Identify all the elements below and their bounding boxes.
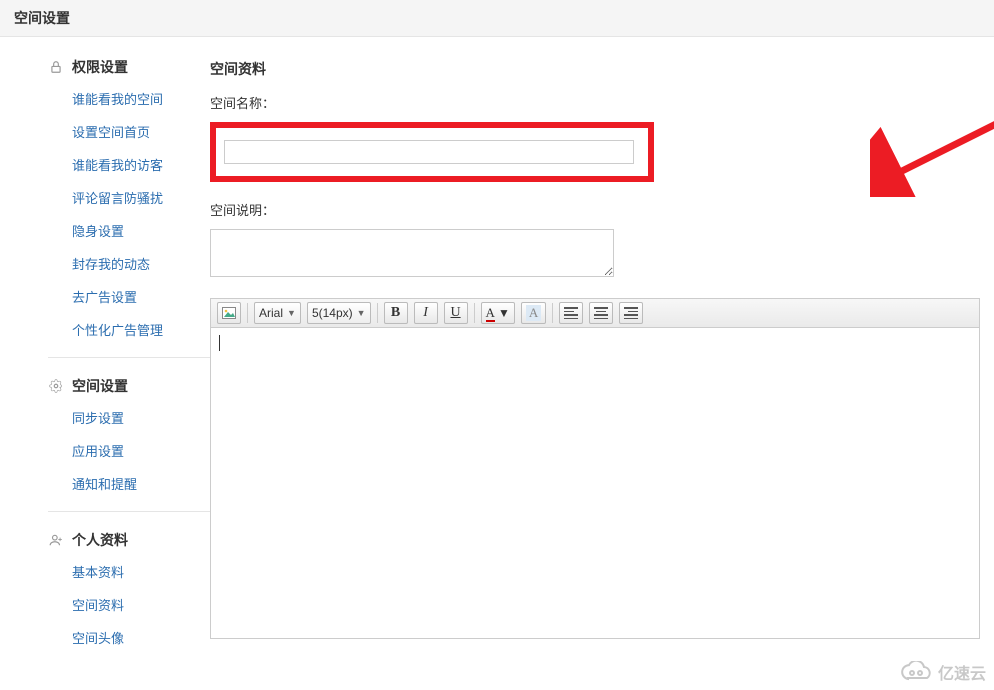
sidebar-link-remove-ads[interactable]: 去广告设置 (72, 290, 137, 305)
lock-icon (48, 59, 64, 75)
toolbar-bold-button[interactable]: B (384, 302, 408, 324)
sidebar-link-avatar[interactable]: 空间头像 (72, 631, 124, 646)
sidebar-link-set-homepage[interactable]: 设置空间首页 (72, 125, 150, 140)
toolbar-size-select[interactable]: 5(14px) ▼ (307, 302, 371, 324)
chevron-down-icon: ▼ (498, 306, 510, 320)
space-desc-field-wrap (210, 229, 994, 280)
space-desc-label: 空间说明： (210, 200, 994, 219)
sidebar-item: 评论留言防骚扰 (72, 188, 210, 207)
sidebar-link-basic-info[interactable]: 基本资料 (72, 565, 124, 580)
sidebar-item: 通知和提醒 (72, 474, 210, 493)
sidebar-link-ad-personalization[interactable]: 个性化广告管理 (72, 323, 163, 338)
align-center-icon (594, 307, 608, 319)
sidebar-separator (48, 511, 210, 512)
sidebar-title-label: 空间设置 (72, 376, 128, 396)
sidebar-item: 个性化广告管理 (72, 320, 210, 339)
sidebar-item: 隐身设置 (72, 221, 210, 240)
editor-body[interactable] (211, 328, 979, 638)
highlight-box (210, 122, 654, 182)
sidebar-link-notify[interactable]: 通知和提醒 (72, 477, 137, 492)
section-title: 空间资料 (210, 59, 994, 79)
sidebar-item: 应用设置 (72, 441, 210, 460)
text-cursor-icon (219, 335, 220, 351)
sidebar-item: 基本资料 (72, 562, 210, 581)
sidebar-link-who-see-visitors[interactable]: 谁能看我的访客 (72, 158, 163, 173)
sidebar-title-label: 权限设置 (72, 57, 128, 77)
toolbar-bg-color-button[interactable]: A (521, 302, 546, 324)
toolbar-font-value: Arial (259, 306, 283, 320)
rich-text-editor: Arial ▼ 5(14px) ▼ B I U A ▼ A (210, 298, 980, 639)
sidebar: 权限设置 谁能看我的空间 设置空间首页 谁能看我的访客 评论留言防骚扰 隐身设置… (0, 37, 210, 689)
space-name-input[interactable] (224, 140, 634, 164)
toolbar-italic-button[interactable]: I (414, 302, 438, 324)
toolbar-text-color-button[interactable]: A ▼ (481, 302, 515, 324)
sidebar-link-who-can-see[interactable]: 谁能看我的空间 (72, 92, 163, 107)
sidebar-section-permissions: 权限设置 谁能看我的空间 设置空间首页 谁能看我的访客 评论留言防骚扰 隐身设置… (48, 57, 210, 339)
person-icon (48, 532, 64, 548)
sidebar-items-permissions: 谁能看我的空间 设置空间首页 谁能看我的访客 评论留言防骚扰 隐身设置 封存我的… (48, 89, 210, 339)
sidebar-item: 去广告设置 (72, 287, 210, 306)
bg-color-icon: A (526, 305, 541, 321)
toolbar-separator (552, 303, 553, 323)
align-right-icon (624, 307, 638, 319)
sidebar-item: 谁能看我的访客 (72, 155, 210, 174)
sidebar-items-profile: 基本资料 空间资料 空间头像 (48, 562, 210, 647)
watermark-text: 亿速云 (938, 660, 986, 684)
space-name-field-wrap (210, 122, 994, 182)
sidebar-section-profile: 个人资料 基本资料 空间资料 空间头像 (48, 530, 210, 647)
sidebar-title-permissions: 权限设置 (48, 57, 210, 77)
sidebar-section-space: 空间设置 同步设置 应用设置 通知和提醒 (48, 376, 210, 493)
page-header: 空间设置 (0, 0, 994, 37)
sidebar-link-space-info[interactable]: 空间资料 (72, 598, 124, 613)
space-desc-textarea[interactable] (210, 229, 614, 277)
sidebar-link-archive-feed[interactable]: 封存我的动态 (72, 257, 150, 272)
toolbar-font-select[interactable]: Arial ▼ (254, 302, 301, 324)
sidebar-item: 封存我的动态 (72, 254, 210, 273)
chevron-down-icon: ▼ (287, 308, 296, 318)
sidebar-title-profile: 个人资料 (48, 530, 210, 550)
toolbar-align-right-button[interactable] (619, 302, 643, 324)
sidebar-items-space: 同步设置 应用设置 通知和提醒 (48, 408, 210, 493)
page-body: 权限设置 谁能看我的空间 设置空间首页 谁能看我的访客 评论留言防骚扰 隐身设置… (0, 37, 994, 689)
sidebar-separator (48, 357, 210, 358)
sidebar-title-space: 空间设置 (48, 376, 210, 396)
sidebar-title-label: 个人资料 (72, 530, 128, 550)
toolbar-separator (474, 303, 475, 323)
toolbar-separator (377, 303, 378, 323)
toolbar-underline-button[interactable]: U (444, 302, 468, 324)
main-content: 空间资料 空间名称： 空间说明： Arial ▼ 5( (210, 37, 994, 689)
cloud-icon (898, 661, 934, 683)
sidebar-item: 设置空间首页 (72, 122, 210, 141)
toolbar-separator (247, 303, 248, 323)
space-name-label: 空间名称： (210, 93, 994, 112)
sidebar-link-sync[interactable]: 同步设置 (72, 411, 124, 426)
sidebar-item: 同步设置 (72, 408, 210, 427)
sidebar-link-comment-antispam[interactable]: 评论留言防骚扰 (72, 191, 163, 206)
gear-icon (48, 378, 64, 394)
sidebar-item: 谁能看我的空间 (72, 89, 210, 108)
sidebar-link-apps[interactable]: 应用设置 (72, 444, 124, 459)
sidebar-item: 空间资料 (72, 595, 210, 614)
page-title: 空间设置 (14, 10, 70, 26)
chevron-down-icon: ▼ (357, 308, 366, 318)
toolbar-align-left-button[interactable] (559, 302, 583, 324)
text-color-icon: A (486, 305, 495, 321)
watermark: 亿速云 (898, 660, 986, 684)
toolbar-image-button[interactable] (217, 302, 241, 324)
sidebar-item: 空间头像 (72, 628, 210, 647)
align-left-icon (564, 307, 578, 319)
toolbar-size-value: 5(14px) (312, 306, 353, 320)
editor-toolbar: Arial ▼ 5(14px) ▼ B I U A ▼ A (211, 299, 979, 328)
sidebar-link-invisible[interactable]: 隐身设置 (72, 224, 124, 239)
toolbar-align-center-button[interactable] (589, 302, 613, 324)
